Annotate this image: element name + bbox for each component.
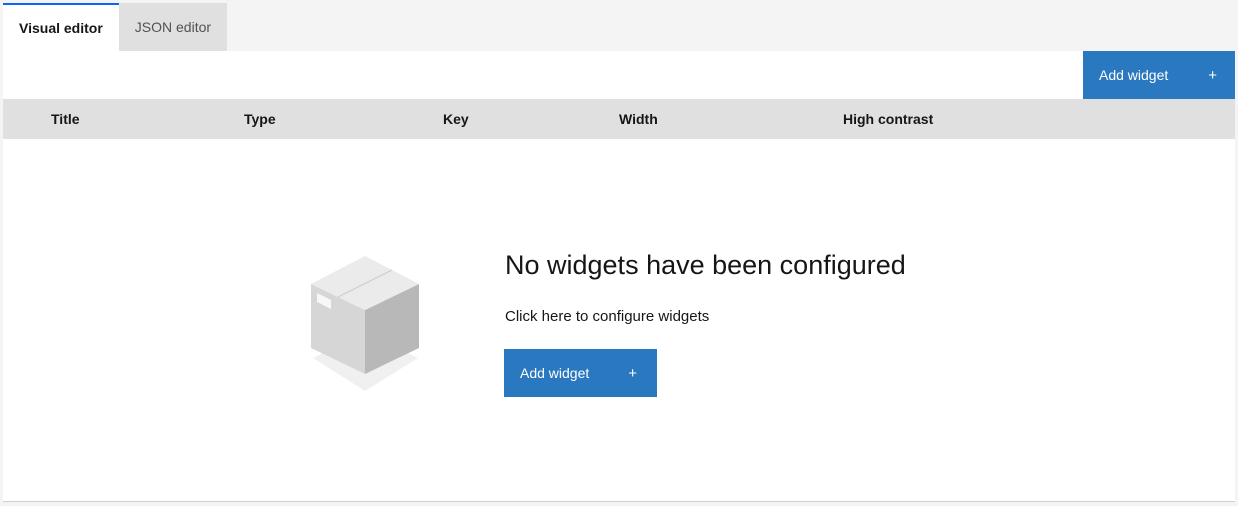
widgets-panel: Add widget + Title Type Key Width High c… — [3, 51, 1235, 502]
table-header: Title Type Key Width High contrast — [3, 99, 1235, 139]
plus-icon: + — [1208, 66, 1217, 84]
add-widget-label: Add widget — [1099, 67, 1169, 83]
editor-tabs: Visual editor JSON editor — [3, 3, 228, 51]
column-header-width[interactable]: Width — [619, 99, 658, 139]
empty-state-add-widget-button[interactable]: Add widget + — [504, 349, 657, 397]
add-widget-label: Add widget — [520, 365, 590, 381]
tab-json-editor[interactable]: JSON editor — [118, 3, 228, 51]
column-header-high-contrast[interactable]: High contrast — [843, 99, 933, 139]
empty-state-description[interactable]: Click here to configure widgets — [505, 308, 709, 325]
column-header-type[interactable]: Type — [244, 99, 276, 139]
plus-icon: + — [628, 364, 637, 382]
column-header-key[interactable]: Key — [443, 99, 469, 139]
tab-label: JSON editor — [134, 19, 212, 35]
add-widget-button[interactable]: Add widget + — [1083, 51, 1235, 99]
tab-label: Visual editor — [19, 20, 103, 36]
column-header-title[interactable]: Title — [51, 99, 80, 139]
empty-state-title: No widgets have been configured — [505, 250, 906, 280]
tab-visual-editor[interactable]: Visual editor — [3, 3, 119, 51]
box-icon — [303, 246, 433, 396]
